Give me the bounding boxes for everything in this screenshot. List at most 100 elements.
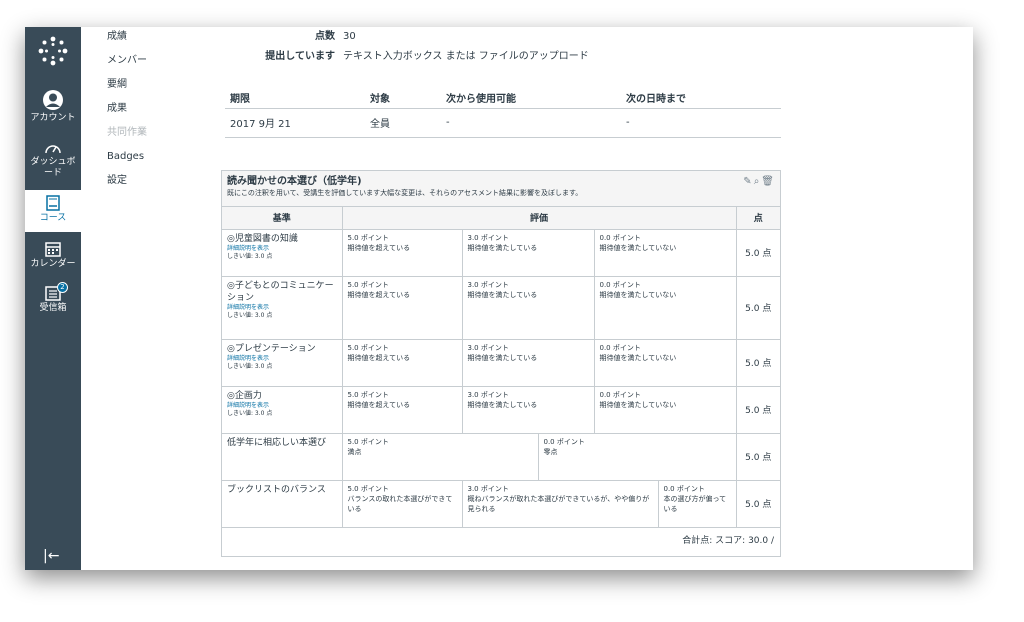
rating[interactable]: 0.0 ポイント 本の選び方が偏っている — [659, 481, 736, 527]
view-long-description-link[interactable]: 詳細説明を表示 — [227, 402, 337, 410]
rating-description: 期待値を超えている — [347, 290, 411, 299]
course-nav-item-grades[interactable]: 成績 — [107, 31, 197, 55]
rating[interactable]: 0.0 ポイント 期待値を満たしていない — [595, 387, 736, 433]
view-long-description-link[interactable]: 詳細説明を表示 — [227, 304, 337, 312]
rating-description: 零点 — [543, 447, 558, 456]
rating-description: 期待値を満たしている — [467, 243, 538, 252]
criterion-name: 低学年に相応しい本選び — [227, 437, 327, 448]
rubric-row: ◎企画力 詳細説明を表示 しきい値: 3.0 点 5.0 ポイント 期待値を超えている 3… — [222, 386, 780, 434]
rating[interactable]: 3.0 ポイント 概ねバランスが取れた本選びができているが、やや偏りが見られる — [463, 480, 659, 527]
criterion-points: 5.0 点 — [736, 480, 780, 528]
rubric-row: ◎児童図書の知識 詳細説明を表示 しきい値: 3.0 点 5.0 ポイント 期待値を超え… — [222, 229, 780, 277]
due-dates-header-row: 期限 対象 次から使用可能 次の日時まで — [225, 87, 781, 109]
rating[interactable]: 0.0 ポイント 零点 — [539, 434, 736, 480]
gnav-calendar[interactable]: カレンダー — [25, 241, 81, 270]
rating-points: 0.0 ポイント — [599, 233, 641, 242]
rating-description: バランスの取れた本選びができている — [347, 494, 453, 513]
gnav-account[interactable]: アカウント — [25, 89, 81, 124]
rating-points: 5.0 ポイント — [347, 484, 389, 493]
rubric-tools: ✎ ⌕ 🗑 — [741, 176, 774, 187]
rating[interactable]: 5.0 ポイント 期待値を超えている — [343, 276, 463, 339]
rating[interactable]: 5.0 ポイント 期待値を超えている — [343, 386, 463, 433]
rubric-total: 合計点: スコア: 30.0 / — [682, 535, 774, 546]
rating-description: 期待値を満たしている — [467, 290, 538, 299]
rating[interactable]: 5.0 ポイント 満点 — [343, 433, 539, 480]
rating-points: 0.0 ポイント — [599, 390, 641, 399]
avatar-icon — [43, 90, 63, 110]
rating[interactable]: 3.0 ポイント 期待値を満たしている — [463, 229, 595, 276]
rating[interactable]: 3.0 ポイント 期待値を満たしている — [463, 339, 595, 386]
rating-points: 3.0 ポイント — [467, 390, 509, 399]
rating[interactable]: 3.0 ポイント 期待値を満たしている — [463, 386, 595, 433]
rating-points: 3.0 ポイント — [467, 343, 509, 352]
rating[interactable]: 5.0 ポイント 期待値を超えている — [343, 229, 463, 276]
course-nav-item-settings[interactable]: 設定 — [107, 175, 197, 199]
criterion-cell: ブックリストのバランス — [222, 480, 343, 528]
collapse-nav-icon[interactable]: |← — [43, 548, 59, 564]
ratings-cell: 5.0 ポイント バランスの取れた本選びができている 3.0 ポイント 概ねバランスが… — [342, 480, 737, 528]
view-long-description-link[interactable]: 詳細説明を表示 — [227, 355, 337, 363]
criterion-cell: 低学年に相応しい本選び — [222, 433, 343, 481]
inbox-unread-badge: 2 — [57, 282, 68, 293]
mastery-threshold: しきい値: 3.0 点 — [227, 362, 273, 370]
course-nav-item-syllabus[interactable]: 要綱 — [107, 79, 197, 103]
gnav-dashboard-label: ダッシュボード — [30, 157, 76, 178]
criterion-name: プレゼンテーション — [234, 343, 316, 354]
ratings-row: 5.0 ポイント 期待値を超えている 3.0 ポイント 期待値を満たしている 0.0 ポ… — [343, 339, 736, 386]
rating-points: 5.0 ポイント — [347, 280, 389, 289]
outcome-icon: ◎ — [227, 343, 235, 354]
due-available-from-value: - — [441, 108, 621, 138]
rubric-header-row: 基準 評価 点 — [222, 207, 780, 230]
rubric-col-points: 点 — [736, 207, 780, 230]
calendar-icon — [45, 242, 61, 257]
rating-points: 5.0 ポイント — [347, 437, 389, 446]
rating[interactable]: 5.0 ポイント 期待値を超えている — [343, 339, 463, 386]
rating-points: 3.0 ポイント — [467, 484, 509, 493]
points-value: 30 — [343, 31, 356, 42]
dashboard-icon — [45, 145, 61, 154]
gnav-courses[interactable]: コース — [25, 190, 81, 232]
rating[interactable]: 0.0 ポイント 期待値を満たしていない — [595, 277, 736, 339]
gnav-inbox[interactable]: 2 受信箱 — [25, 282, 81, 314]
course-nav-item-collaborations: 共同作業 — [107, 127, 147, 138]
rating[interactable]: 0.0 ポイント 期待値を満たしていない — [595, 340, 736, 386]
rating[interactable]: 5.0 ポイント バランスの取れた本選びができている — [343, 480, 463, 527]
ratings-cell: 5.0 ポイント 期待値を超えている 3.0 ポイント 期待値を満たしている 0.0 ポ… — [342, 276, 737, 340]
course-nav-item-people[interactable]: メンバー — [107, 55, 197, 79]
due-until-value: - — [621, 108, 781, 138]
mastery-threshold: しきい値: 3.0 点 — [227, 409, 273, 417]
outcome-icon: ◎ — [227, 233, 235, 244]
rubric-header: 読み聞かせの本選び（低学年) 既にこの注釈を用いて、受講生を評価しています大幅な… — [222, 171, 780, 207]
course-nav-item-badges[interactable]: Badges — [107, 151, 197, 175]
due-date-value: 2017 9月 21 — [225, 108, 365, 138]
canvas-logo-icon[interactable] — [37, 35, 69, 67]
rating-description: 期待値を満たしていない — [599, 353, 677, 362]
submission-type-row: 提出しています テキスト入力ボックス または ファイルのアップロード — [217, 51, 777, 71]
due-dates-table: 期限 対象 次から使用可能 次の日時まで 2017 9月 21 全員 - - — [225, 87, 781, 138]
course-nav-item-outcomes[interactable]: 成果 — [107, 103, 197, 127]
gnav-dashboard[interactable]: ダッシュボード — [25, 141, 81, 179]
rubric-table: 基準 評価 点 ◎児童図書の知識 詳細説明を表示 しきい値: 3.0 点 5.0 ポイ… — [222, 207, 780, 528]
ratings-cell: 5.0 ポイント 期待値を超えている 3.0 ポイント 期待値を満たしている 0.0 ポ… — [342, 339, 737, 387]
rating-description: 期待値を超えている — [347, 400, 411, 409]
rating-description: 期待値を超えている — [347, 243, 411, 252]
gnav-calendar-label: カレンダー — [30, 259, 76, 269]
criterion-name: 企画力 — [234, 390, 262, 401]
view-long-description-link[interactable]: 詳細説明を表示 — [227, 245, 337, 253]
search-icon[interactable]: ⌕ — [754, 176, 760, 187]
rating-points: 5.0 ポイント — [347, 390, 389, 399]
trash-icon[interactable]: 🗑 — [761, 176, 774, 187]
edit-icon[interactable]: ✎ — [743, 176, 751, 187]
rating-points: 0.0 ポイント — [543, 437, 585, 446]
ratings-cell: 5.0 ポイント 満点 0.0 ポイント 零点 — [342, 433, 737, 481]
criterion-name: 児童図書の知識 — [234, 233, 298, 244]
rubric-row: ◎プレゼンテーション 詳細説明を表示 しきい値: 3.0 点 5.0 ポイント 期待値を… — [222, 339, 780, 387]
rating-description: 概ねバランスが取れた本選びができているが、やや偏りが見られる — [467, 494, 650, 513]
criterion-cell: ◎プレゼンテーション 詳細説明を表示 しきい値: 3.0 点 — [222, 339, 343, 387]
course-nav: 成績 メンバー 要綱 成果 共同作業 Badges 設定 — [107, 31, 197, 199]
rating[interactable]: 0.0 ポイント 期待値を満たしていない — [595, 230, 736, 276]
rating[interactable]: 3.0 ポイント 期待値を満たしている — [463, 276, 595, 339]
courses-icon — [46, 195, 60, 211]
rubric-warning: 既にこの注釈を用いて、受講生を評価しています大幅な変更は、それらのアセスメント結… — [227, 189, 583, 197]
gnav-courses-label: コース — [39, 213, 67, 223]
